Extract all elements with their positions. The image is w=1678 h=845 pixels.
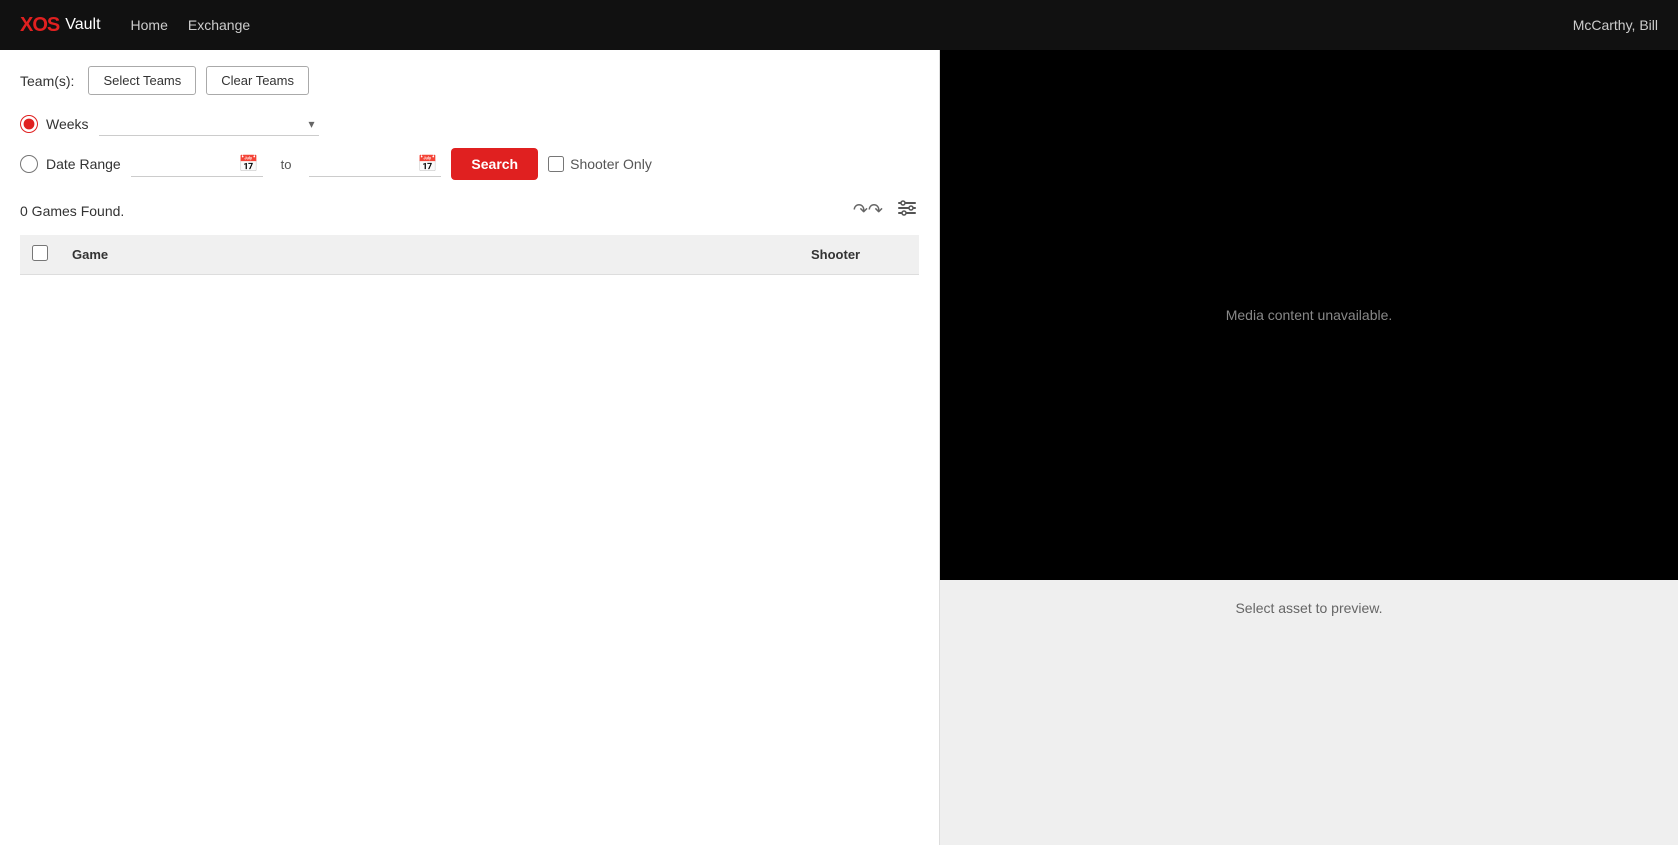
weeks-radio[interactable] (20, 115, 38, 133)
date-range-radio[interactable] (20, 155, 38, 173)
results-actions: ↷↷ (851, 196, 919, 225)
preview-area: Select asset to preview. (940, 580, 1678, 845)
weeks-radio-item: Weeks (20, 115, 89, 133)
calendar-to-icon[interactable]: 📅 (417, 154, 437, 174)
teams-row: Team(s): Select Teams Clear Teams (20, 66, 919, 95)
xos-logo: XOS (20, 14, 59, 37)
shooter-only-checkbox[interactable] (548, 156, 564, 172)
xo-letters: XO (20, 14, 47, 36)
th-shooter: Shooter (799, 235, 919, 275)
media-unavailable-text: Media content unavailable. (1226, 307, 1393, 323)
shooter-only-label: Shooter Only (570, 156, 652, 172)
date-range-filter-row: Date Range 📅 to 📅 Search Shooter Only (20, 148, 919, 180)
nav-home[interactable]: Home (131, 13, 168, 37)
teams-label: Team(s): (20, 73, 74, 89)
share-icon-button[interactable]: ↷↷ (851, 196, 885, 225)
left-panel: Team(s): Select Teams Clear Teams Weeks … (0, 50, 940, 845)
date-from-input[interactable] (135, 156, 235, 171)
weeks-radio-label: Weeks (46, 116, 89, 132)
select-all-checkbox[interactable] (32, 245, 48, 261)
date-from-wrap: 📅 (131, 152, 263, 177)
navbar: XOS Vault Home Exchange McCarthy, Bill (0, 0, 1678, 50)
brand: XOS Vault (20, 14, 101, 37)
weeks-filter-row: Weeks Week 1 Week 2 Week 3 (20, 111, 919, 136)
games-table: Game Shooter (20, 235, 919, 275)
weeks-select-wrapper: Week 1 Week 2 Week 3 (99, 111, 319, 136)
share-icon: ↷↷ (853, 200, 883, 220)
th-game: Game (60, 235, 799, 275)
clear-teams-button[interactable]: Clear Teams (206, 66, 309, 95)
user-name: McCarthy, Bill (1573, 17, 1658, 33)
select-asset-text: Select asset to preview. (1235, 600, 1382, 616)
th-checkbox (20, 235, 60, 275)
settings-icon (897, 202, 917, 222)
results-count: 0 Games Found. (20, 203, 124, 219)
select-teams-button[interactable]: Select Teams (88, 66, 196, 95)
date-to-label: to (273, 157, 300, 172)
video-area: Media content unavailable. (940, 50, 1678, 580)
date-range-radio-item: Date Range (20, 155, 121, 173)
shooter-only-wrap: Shooter Only (548, 156, 652, 172)
weeks-select[interactable]: Week 1 Week 2 Week 3 (99, 111, 319, 136)
nav-exchange[interactable]: Exchange (188, 13, 250, 37)
date-to-input[interactable] (313, 156, 413, 171)
date-to-wrap: 📅 (309, 152, 441, 177)
vault-label: Vault (65, 16, 100, 34)
right-panel: Media content unavailable. Select asset … (940, 50, 1678, 845)
settings-icon-button[interactable] (895, 196, 919, 225)
results-header: 0 Games Found. ↷↷ (20, 192, 919, 225)
calendar-from-icon[interactable]: 📅 (239, 154, 259, 174)
table-header-row: Game Shooter (20, 235, 919, 275)
search-button[interactable]: Search (451, 148, 538, 180)
main-container: Team(s): Select Teams Clear Teams Weeks … (0, 50, 1678, 845)
nav-links: Home Exchange (131, 13, 1573, 37)
s-letter: S (47, 14, 59, 36)
date-range-radio-label: Date Range (46, 156, 121, 172)
